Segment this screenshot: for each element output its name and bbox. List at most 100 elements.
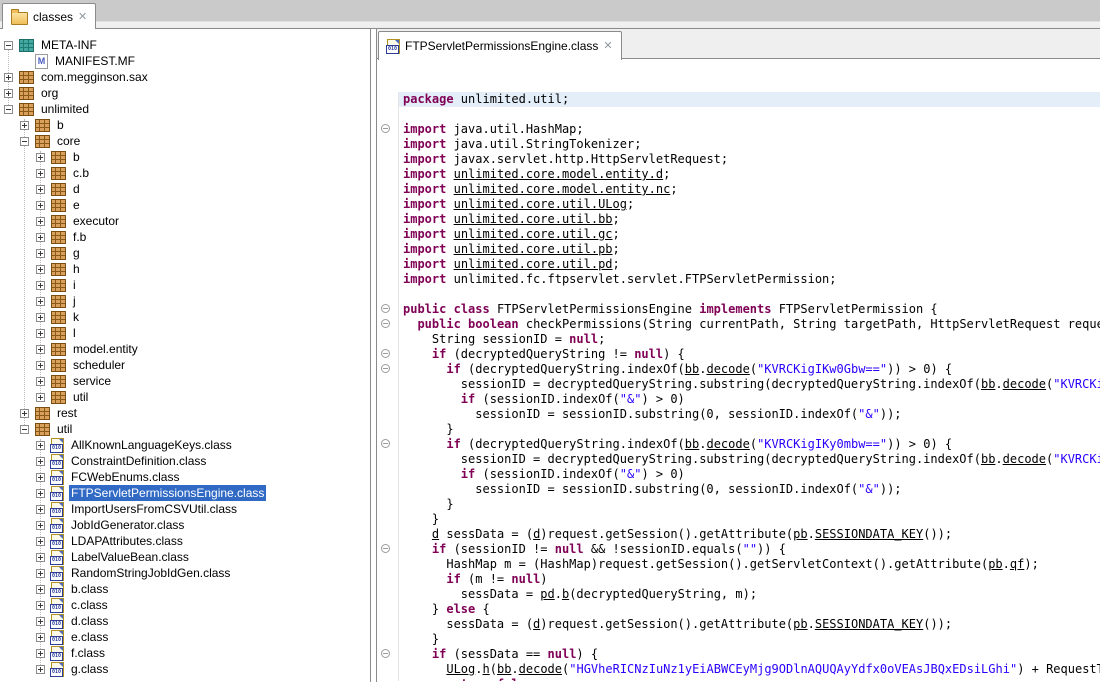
collapse-icon[interactable] xyxy=(20,425,29,434)
expand-icon[interactable] xyxy=(36,521,45,530)
fold-collapse-icon[interactable] xyxy=(381,319,390,328)
tree-row[interactable]: 010FTPServletPermissionsEngine.class xyxy=(0,485,370,501)
expand-icon[interactable] xyxy=(4,89,13,98)
expand-icon[interactable] xyxy=(36,457,45,466)
expand-icon[interactable] xyxy=(36,201,45,210)
tree-label[interactable]: com.megginson.sax xyxy=(39,69,150,85)
expand-icon[interactable] xyxy=(36,329,45,338)
fold-collapse-icon[interactable] xyxy=(381,124,390,133)
tree-row[interactable]: 010f.class xyxy=(0,645,370,661)
tree-label[interactable]: k xyxy=(71,309,81,325)
tree-label[interactable]: ImportUsersFromCSVUtil.class xyxy=(69,501,239,517)
collapse-icon[interactable] xyxy=(4,105,13,114)
tree-label[interactable]: rest xyxy=(55,405,79,421)
tree-label[interactable]: e xyxy=(71,197,82,213)
close-icon[interactable]: ✕ xyxy=(603,41,612,52)
expand-icon[interactable] xyxy=(36,249,45,258)
tree-row[interactable]: 010e.class xyxy=(0,629,370,645)
tree-label[interactable]: JobIdGenerator.class xyxy=(69,517,186,533)
tree-label[interactable]: executor xyxy=(71,213,121,229)
tree-row[interactable]: f.b xyxy=(0,229,370,245)
tree-label[interactable]: c.class xyxy=(69,597,110,613)
fold-collapse-icon[interactable] xyxy=(381,304,390,313)
tree-label[interactable]: h xyxy=(71,261,82,277)
expand-icon[interactable] xyxy=(36,649,45,658)
tree-row[interactable]: scheduler xyxy=(0,357,370,373)
tree-row[interactable]: e xyxy=(0,197,370,213)
tree-row[interactable]: 010FCWebEnums.class xyxy=(0,469,370,485)
expand-icon[interactable] xyxy=(36,281,45,290)
tree-row[interactable]: model.entity xyxy=(0,341,370,357)
tree-row[interactable]: d xyxy=(0,181,370,197)
tree-row[interactable]: 010AllKnownLanguageKeys.class xyxy=(0,437,370,453)
tree-label-selected[interactable]: FTPServletPermissionsEngine.class xyxy=(69,485,266,501)
expand-icon[interactable] xyxy=(36,233,45,242)
tree-row[interactable]: b xyxy=(0,149,370,165)
expand-icon[interactable] xyxy=(36,665,45,674)
tree-label[interactable]: util xyxy=(55,421,74,437)
expand-icon[interactable] xyxy=(20,409,29,418)
tree-row[interactable]: 010c.class xyxy=(0,597,370,613)
expand-icon[interactable] xyxy=(36,633,45,642)
tab-ftpservletpermissionsengine[interactable]: 010 FTPServletPermissionsEngine.class ✕ xyxy=(378,31,622,60)
tree-label[interactable]: RandomStringJobIdGen.class xyxy=(69,565,232,581)
tree-row[interactable]: executor xyxy=(0,213,370,229)
expand-icon[interactable] xyxy=(36,345,45,354)
tree-label[interactable]: core xyxy=(55,133,82,149)
fold-collapse-icon[interactable] xyxy=(381,544,390,553)
tree-row[interactable]: 010JobIdGenerator.class xyxy=(0,517,370,533)
tree-label[interactable]: j xyxy=(71,293,78,309)
fold-collapse-icon[interactable] xyxy=(381,439,390,448)
tree-row[interactable]: i xyxy=(0,277,370,293)
tree-label[interactable]: LabelValueBean.class xyxy=(69,549,191,565)
tree-row[interactable]: h xyxy=(0,261,370,277)
tree-row[interactable]: util xyxy=(0,421,370,437)
tree-label[interactable]: l xyxy=(71,325,78,341)
tree-row[interactable]: rest xyxy=(0,405,370,421)
tree-row[interactable]: 010RandomStringJobIdGen.class xyxy=(0,565,370,581)
expand-icon[interactable] xyxy=(36,169,45,178)
tree-label[interactable]: LDAPAttributes.class xyxy=(69,533,185,549)
tree-label[interactable]: g xyxy=(71,245,82,261)
collapse-icon[interactable] xyxy=(4,41,13,50)
tree-label[interactable]: i xyxy=(71,277,78,293)
expand-icon[interactable] xyxy=(36,185,45,194)
expand-icon[interactable] xyxy=(36,585,45,594)
expand-icon[interactable] xyxy=(36,441,45,450)
fold-collapse-icon[interactable] xyxy=(381,649,390,658)
tree-row[interactable]: 010b.class xyxy=(0,581,370,597)
collapse-icon[interactable] xyxy=(20,137,29,146)
fold-collapse-icon[interactable] xyxy=(381,349,390,358)
tree-row[interactable]: 010ImportUsersFromCSVUtil.class xyxy=(0,501,370,517)
tree-row[interactable]: 010LDAPAttributes.class xyxy=(0,533,370,549)
expand-icon[interactable] xyxy=(36,553,45,562)
tree-label[interactable]: g.class xyxy=(69,661,110,677)
tree-label[interactable]: f.class xyxy=(69,645,107,661)
expand-icon[interactable] xyxy=(36,473,45,482)
tree-row[interactable]: core xyxy=(0,133,370,149)
code-editor[interactable]: package unlimited.util;import java.util.… xyxy=(377,59,1100,681)
expand-icon[interactable] xyxy=(36,537,45,546)
tree-label[interactable]: e.class xyxy=(69,629,110,645)
tree-row[interactable]: l xyxy=(0,325,370,341)
close-icon[interactable]: ✕ xyxy=(78,12,87,23)
expand-icon[interactable] xyxy=(36,393,45,402)
expand-icon[interactable] xyxy=(36,569,45,578)
expand-icon[interactable] xyxy=(36,297,45,306)
tree-row[interactable]: g xyxy=(0,245,370,261)
expand-icon[interactable] xyxy=(36,489,45,498)
expand-icon[interactable] xyxy=(20,121,29,130)
tree-label[interactable]: b.class xyxy=(69,581,110,597)
tree-row[interactable]: unlimited xyxy=(0,101,370,117)
tree-label[interactable]: org xyxy=(39,85,60,101)
tree-row[interactable]: MMANIFEST.MF xyxy=(0,53,370,69)
expand-icon[interactable] xyxy=(36,153,45,162)
tree-row[interactable]: c.b xyxy=(0,165,370,181)
fold-collapse-icon[interactable] xyxy=(381,364,390,373)
tree-row[interactable]: j xyxy=(0,293,370,309)
tree-label[interactable]: FCWebEnums.class xyxy=(69,469,181,485)
tree-label[interactable]: c.b xyxy=(71,165,91,181)
tree-label[interactable]: service xyxy=(71,373,113,389)
tree-label[interactable]: b xyxy=(55,117,66,133)
expand-icon[interactable] xyxy=(36,361,45,370)
